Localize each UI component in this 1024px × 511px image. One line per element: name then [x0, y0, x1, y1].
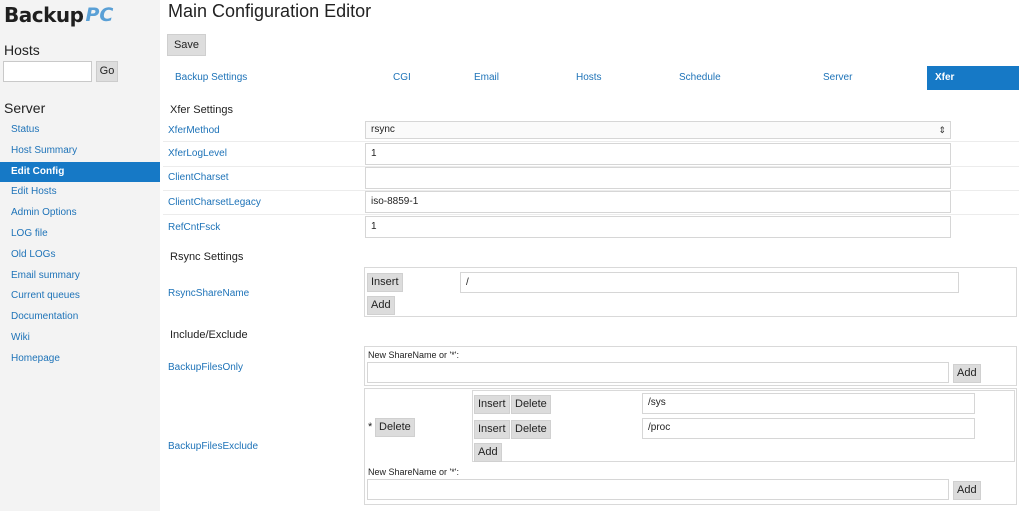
backupfilesexclude-add-button[interactable]: Add [953, 481, 981, 500]
xfer-settings-heading: Xfer Settings [170, 104, 233, 116]
go-button[interactable]: Go [96, 61, 118, 82]
rsync-share-input[interactable]: / [460, 272, 959, 293]
backupfilesonly-label[interactable]: BackupFilesOnly [168, 362, 243, 373]
exclude-delete-button-2[interactable]: Delete [511, 420, 551, 439]
nav-homepage[interactable]: Homepage [0, 349, 160, 370]
tab-schedule[interactable]: Schedule [679, 66, 721, 90]
hosts-heading: Hosts [4, 42, 40, 58]
wildcard-share-label: * [368, 421, 373, 433]
rsync-add-button[interactable]: Add [367, 296, 395, 315]
tab-email[interactable]: Email [474, 66, 499, 90]
sidebar: Backup PC Hosts Go Server Status Host Su… [0, 0, 160, 511]
select-arrows-icon: ⇕ [938, 125, 946, 135]
backuppc-logo[interactable]: Backup PC [4, 2, 113, 28]
new-sharename-label: New ShareName or '*': [368, 350, 459, 360]
save-button[interactable]: Save [167, 34, 206, 56]
backupfilesexclude-label[interactable]: BackupFilesExclude [168, 441, 258, 452]
nav-edit-hosts[interactable]: Edit Hosts [0, 182, 160, 203]
tab-hosts[interactable]: Hosts [576, 66, 602, 90]
rsyncsharename-label[interactable]: RsyncShareName [168, 288, 249, 299]
nav-log-file[interactable]: LOG file [0, 224, 160, 245]
xfermethod-select[interactable]: rsync ⇕ [365, 121, 951, 139]
clientcharset-label[interactable]: ClientCharset [168, 172, 229, 183]
refcntfsck-label[interactable]: RefCntFsck [168, 222, 220, 233]
xferloglevel-input[interactable]: 1 [365, 143, 951, 165]
exclude-delete-button-1[interactable]: Delete [511, 395, 551, 414]
xfermethod-value: rsync [371, 124, 395, 135]
rsync-settings-heading: Rsync Settings [170, 251, 244, 263]
tab-backup-settings[interactable]: Backup Settings [175, 66, 247, 90]
server-heading: Server [4, 100, 46, 116]
exclude-insert-button-1[interactable]: Insert [474, 395, 510, 414]
tab-xfer[interactable]: Xfer [927, 66, 1019, 90]
share-delete-button[interactable]: Delete [375, 418, 415, 437]
nav-old-logs[interactable]: Old LOGs [0, 245, 160, 266]
nav-current-queues[interactable]: Current queues [0, 286, 160, 307]
divider [163, 214, 1019, 215]
nav-status[interactable]: Status [0, 120, 160, 141]
clientcharset-input[interactable] [365, 167, 951, 189]
backupfilesexclude-new-input[interactable] [367, 479, 949, 500]
nav-admin-options[interactable]: Admin Options [0, 203, 160, 224]
xfermethod-label[interactable]: XferMethod [168, 125, 220, 136]
tab-server[interactable]: Server [823, 66, 852, 90]
tab-cgi[interactable]: CGI [393, 66, 411, 90]
config-tabs: Backup Settings CGI Email Hosts Schedule… [163, 66, 1019, 90]
exclude-add-button[interactable]: Add [474, 443, 502, 462]
host-search-input[interactable] [3, 61, 92, 82]
rsync-insert-button[interactable]: Insert [367, 273, 403, 292]
clientcharsetlegacy-input[interactable]: iso-8859-1 [365, 191, 951, 213]
include-exclude-heading: Include/Exclude [170, 329, 248, 341]
exclude-path-input-2[interactable]: /proc [642, 418, 975, 439]
nav-edit-config[interactable]: Edit Config [0, 161, 160, 183]
exclude-path-input-1[interactable]: /sys [642, 393, 975, 414]
new-sharename-label-2: New ShareName or '*': [368, 467, 459, 477]
exclude-insert-button-2[interactable]: Insert [474, 420, 510, 439]
clientcharsetlegacy-label[interactable]: ClientCharsetLegacy [168, 197, 261, 208]
xferloglevel-label[interactable]: XferLogLevel [168, 148, 227, 159]
backupfilesonly-add-button[interactable]: Add [953, 364, 981, 383]
nav-wiki[interactable]: Wiki [0, 328, 160, 349]
nav-host-summary[interactable]: Host Summary [0, 141, 160, 162]
server-nav: Status Host Summary Edit Config Edit Hos… [0, 120, 160, 370]
nav-email-summary[interactable]: Email summary [0, 266, 160, 287]
logo-text-pc: PC [85, 4, 114, 26]
page-title: Main Configuration Editor [168, 1, 372, 21]
divider [163, 141, 1019, 142]
nav-documentation[interactable]: Documentation [0, 307, 160, 328]
refcntfsck-input[interactable]: 1 [365, 216, 951, 238]
logo-text-backup: Backup [4, 3, 84, 27]
backupfilesonly-input[interactable] [367, 362, 949, 383]
